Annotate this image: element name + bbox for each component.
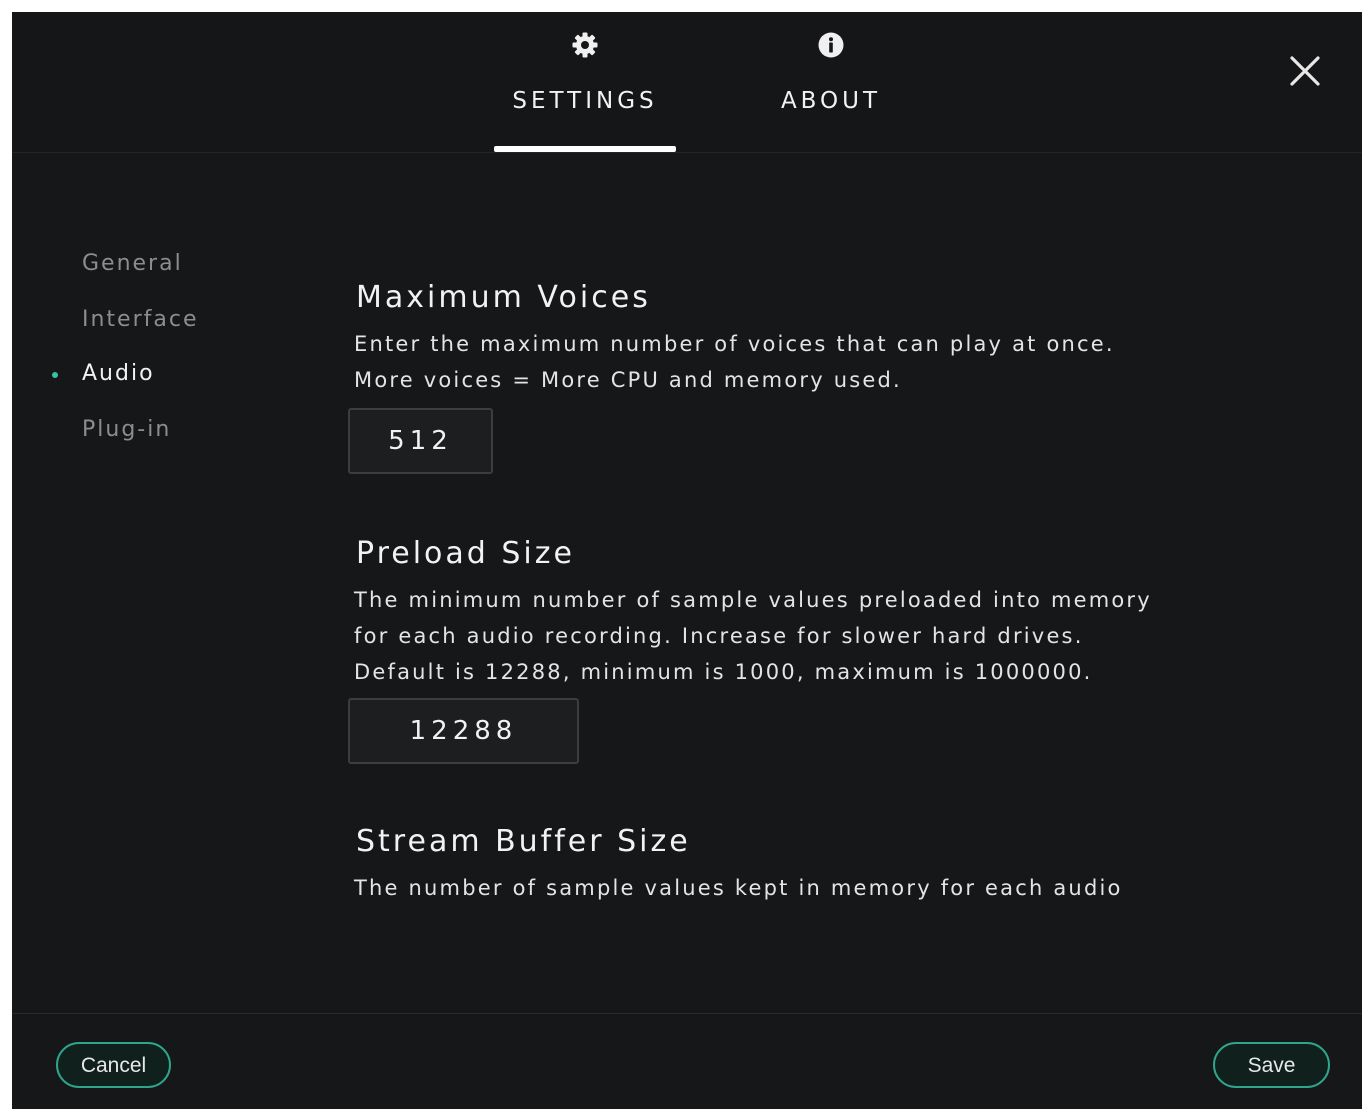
audio-settings-panel[interactable]: Maximum Voices Enter the maximum number …: [292, 153, 1352, 920]
sidebar-item-plug-in[interactable]: Plug-in: [82, 417, 171, 442]
active-indicator-dot: [52, 372, 58, 378]
preload-size-description-line-1: The minimum number of sample values prel…: [354, 588, 1152, 612]
sidebar-item-general[interactable]: General: [82, 251, 183, 276]
tab-settings-label: SETTINGS: [512, 88, 658, 114]
gear-icon: [572, 32, 598, 58]
stream-buffer-size-title: Stream Buffer Size: [356, 824, 691, 859]
dialog-header: SETTINGS ABOUT: [12, 12, 1362, 153]
save-button[interactable]: Save: [1213, 1042, 1330, 1088]
preload-size-title: Preload Size: [356, 536, 575, 571]
preload-size-input[interactable]: [348, 698, 579, 764]
settings-dialog: SETTINGS ABOUT General Interface Audio P…: [12, 12, 1362, 1109]
active-tab-indicator: [494, 146, 676, 152]
close-icon[interactable]: [1288, 54, 1322, 88]
max-voices-description-line-2: More voices = More CPU and memory used.: [354, 368, 902, 392]
max-voices-input[interactable]: [348, 408, 493, 474]
sidebar-item-audio[interactable]: Audio: [82, 361, 155, 386]
max-voices-description-line-1: Enter the maximum number of voices that …: [354, 332, 1115, 356]
preload-size-description-line-3: Default is 12288, minimum is 1000, maxim…: [354, 660, 1093, 684]
tab-about-label: ABOUT: [780, 88, 882, 114]
tab-settings[interactable]: SETTINGS: [494, 12, 676, 152]
cancel-button[interactable]: Cancel: [56, 1042, 171, 1088]
sidebar-item-interface[interactable]: Interface: [82, 307, 199, 332]
dialog-footer: Cancel Save: [12, 1013, 1362, 1109]
preload-size-description-line-2: for each audio recording. Increase for s…: [354, 624, 1084, 648]
info-icon: [818, 32, 844, 58]
max-voices-title: Maximum Voices: [356, 280, 651, 315]
tab-about[interactable]: ABOUT: [740, 12, 922, 152]
stream-buffer-size-description-line-1: The number of sample values kept in memo…: [354, 876, 1123, 900]
settings-sidebar: General Interface Audio Plug-in: [12, 153, 292, 923]
